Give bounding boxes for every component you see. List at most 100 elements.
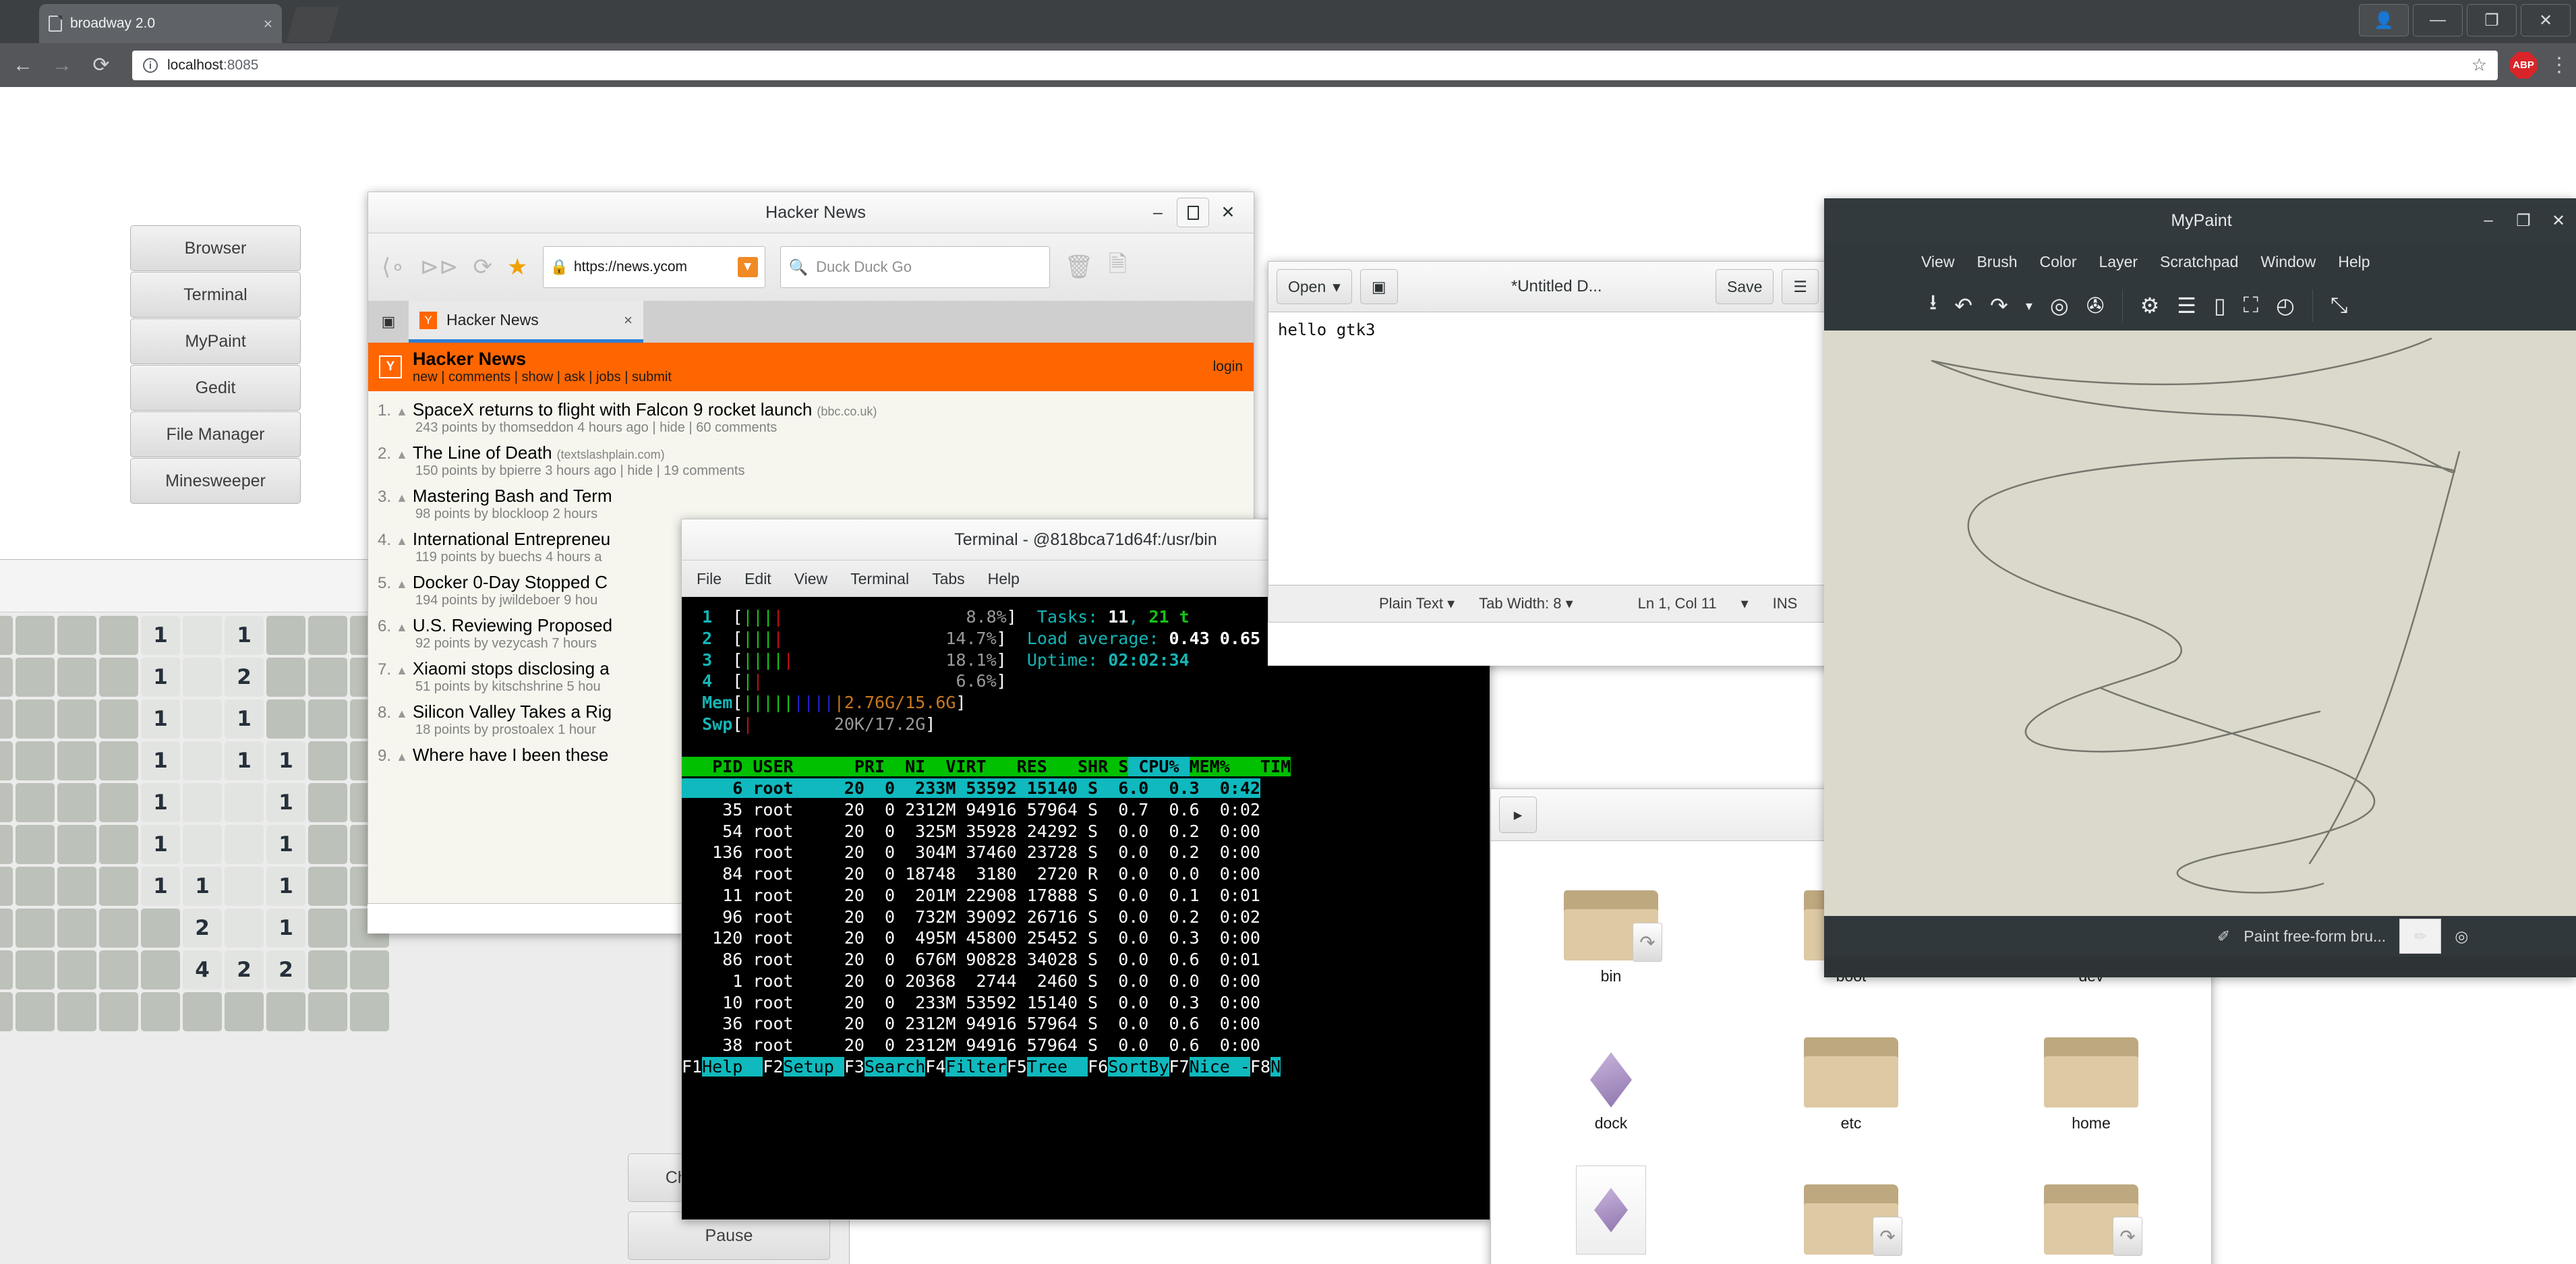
scratchpad-icon[interactable]: ▯ — [2214, 293, 2226, 318]
chevron-down-icon[interactable]: ▾ — [1729, 595, 1761, 612]
url-input[interactable]: 🔒 https://news.ycom ▼ — [543, 246, 765, 288]
mypaint-canvas[interactable] — [1824, 331, 2576, 916]
minesweeper-cell[interactable] — [16, 741, 55, 780]
back-icon[interactable]: ← — [9, 54, 36, 77]
minesweeper-cell[interactable]: 1 — [141, 616, 180, 655]
minesweeper-cell[interactable] — [350, 950, 389, 989]
menu-color[interactable]: Color — [2040, 253, 2077, 271]
minesweeper-cell[interactable] — [225, 867, 264, 906]
minesweeper-cell[interactable] — [141, 950, 180, 989]
minesweeper-cell[interactable]: 1 — [141, 699, 180, 739]
menu-window[interactable]: Window — [2260, 253, 2316, 271]
minesweeper-cell[interactable] — [308, 909, 347, 948]
story-title[interactable]: Mastering Bash and Term — [413, 486, 612, 507]
minesweeper-cell[interactable]: 1 — [141, 658, 180, 697]
menu-edit[interactable]: Edit — [744, 570, 771, 588]
site-title[interactable]: Hacker News — [413, 349, 672, 370]
minimize-button[interactable]: – — [1142, 198, 1174, 227]
file-item[interactable]: etc — [1731, 989, 1971, 1137]
search-input[interactable]: 🔍 Duck Duck Go — [780, 246, 1050, 288]
minesweeper-cell[interactable]: 1 — [225, 616, 264, 655]
minesweeper-cell[interactable] — [141, 992, 180, 1031]
story-host[interactable]: (bbc.co.uk) — [817, 405, 877, 419]
minesweeper-cell[interactable]: 1 — [141, 741, 180, 780]
minesweeper-cell[interactable] — [308, 699, 347, 739]
reload-icon[interactable]: ⟳ — [473, 254, 493, 281]
story-host[interactable]: (textslashplain.com) — [557, 448, 665, 462]
minesweeper-cell[interactable]: 1 — [183, 867, 222, 906]
upvote-icon[interactable]: ▲ — [396, 577, 408, 592]
minesweeper-cell[interactable] — [0, 699, 13, 739]
story-title[interactable]: Docker 0-Day Stopped C — [413, 572, 608, 593]
minesweeper-cell[interactable] — [57, 867, 96, 906]
upvote-icon[interactable]: ▲ — [396, 491, 408, 505]
chevron-down-icon[interactable]: ▾ — [2026, 297, 2032, 314]
minesweeper-cell[interactable] — [183, 658, 222, 697]
minesweeper-cell[interactable] — [57, 699, 96, 739]
menu-terminal[interactable]: Terminal — [850, 570, 909, 588]
minesweeper-cell[interactable]: 1 — [141, 867, 180, 906]
minesweeper-cell[interactable] — [266, 699, 305, 739]
minesweeper-cell[interactable]: 2 — [183, 909, 222, 948]
minesweeper-cell[interactable]: 4 — [183, 950, 222, 989]
minesweeper-cell[interactable] — [16, 699, 55, 739]
minesweeper-grid[interactable]: 111211111111111121422 — [0, 613, 390, 1033]
minesweeper-cell[interactable] — [16, 950, 55, 989]
minesweeper-cell[interactable] — [99, 741, 138, 780]
tab-width-selector[interactable]: Tab Width: 8 ▾ — [1467, 595, 1585, 612]
expand-icon[interactable]: ⤡ — [2331, 293, 2348, 318]
htop-screen[interactable]: 1 [|||| 8.8%] Tasks: 11, 21 t 2 [|||| 14… — [681, 597, 1490, 1220]
restore-button[interactable] — [1177, 198, 1209, 227]
minesweeper-cell[interactable] — [0, 783, 13, 822]
upvote-icon[interactable]: ▲ — [396, 534, 408, 548]
minesweeper-cell[interactable] — [350, 992, 389, 1031]
minesweeper-cell[interactable] — [0, 616, 13, 655]
minesweeper-cell[interactable] — [225, 783, 264, 822]
launch-filemanager-button[interactable]: File Manager — [130, 411, 301, 457]
minesweeper-cell[interactable] — [266, 616, 305, 655]
menu-view[interactable]: View — [1921, 253, 1954, 271]
story-title[interactable]: International Entrepreneu — [413, 529, 610, 550]
rss-icon[interactable]: ▼ — [738, 257, 758, 277]
minesweeper-cell[interactable] — [183, 992, 222, 1031]
minesweeper-cell[interactable] — [0, 658, 13, 697]
minesweeper-cell[interactable]: 2 — [225, 950, 264, 989]
minesweeper-cell[interactable]: 1 — [141, 825, 180, 864]
menu-brush[interactable]: Brush — [1977, 253, 2017, 271]
undo-icon[interactable]: ↶ — [1954, 293, 1972, 318]
forward-icon[interactable]: → — [49, 54, 76, 77]
minesweeper-cell[interactable] — [99, 783, 138, 822]
minesweeper-cell[interactable] — [99, 867, 138, 906]
mypaint-titlebar[interactable]: MyPaint – ❐ ✕ — [1824, 198, 2576, 243]
minesweeper-cell[interactable] — [0, 992, 13, 1031]
launch-mypaint-button[interactable]: MyPaint — [130, 318, 301, 364]
close-icon[interactable]: × — [624, 312, 633, 329]
minesweeper-cell[interactable] — [57, 783, 96, 822]
file-item[interactable]: dock — [1491, 989, 1731, 1137]
minesweeper-cell[interactable] — [16, 867, 55, 906]
minesweeper-cell[interactable] — [183, 783, 222, 822]
file-item[interactable]: ↷lib — [1731, 1137, 1971, 1264]
minesweeper-cell[interactable] — [308, 783, 347, 822]
minesweeper-cell[interactable] — [308, 867, 347, 906]
minesweeper-cell[interactable] — [57, 658, 96, 697]
trash-icon[interactable]: 🗑 — [1065, 254, 1094, 281]
minesweeper-cell[interactable] — [16, 992, 55, 1031]
save-icon[interactable]: ⭳ — [1929, 287, 1937, 324]
hn-logo[interactable]: Y — [379, 355, 402, 378]
minesweeper-cell[interactable]: 1 — [266, 825, 305, 864]
minesweeper-cell[interactable] — [57, 950, 96, 989]
browser-menu-icon[interactable]: ⋮ — [2549, 53, 2567, 77]
save-button[interactable]: Save — [1716, 269, 1774, 304]
upvote-icon[interactable]: ▲ — [396, 448, 408, 462]
upvote-icon[interactable]: ▲ — [396, 664, 408, 678]
minesweeper-cell[interactable]: 2 — [225, 658, 264, 697]
menu-view[interactable]: View — [794, 570, 827, 588]
launch-browser-button[interactable]: Browser — [130, 225, 301, 271]
launch-terminal-button[interactable]: Terminal — [130, 272, 301, 318]
restore-button[interactable]: ❐ — [2467, 4, 2517, 36]
color-circles-icon[interactable]: ◎ — [2050, 293, 2069, 318]
file-item[interactable]: home — [1971, 989, 2211, 1137]
hamburger-menu-icon[interactable]: ☰ — [1782, 269, 1819, 304]
browser-tab-hackernews[interactable]: Y Hacker News × — [409, 301, 643, 343]
